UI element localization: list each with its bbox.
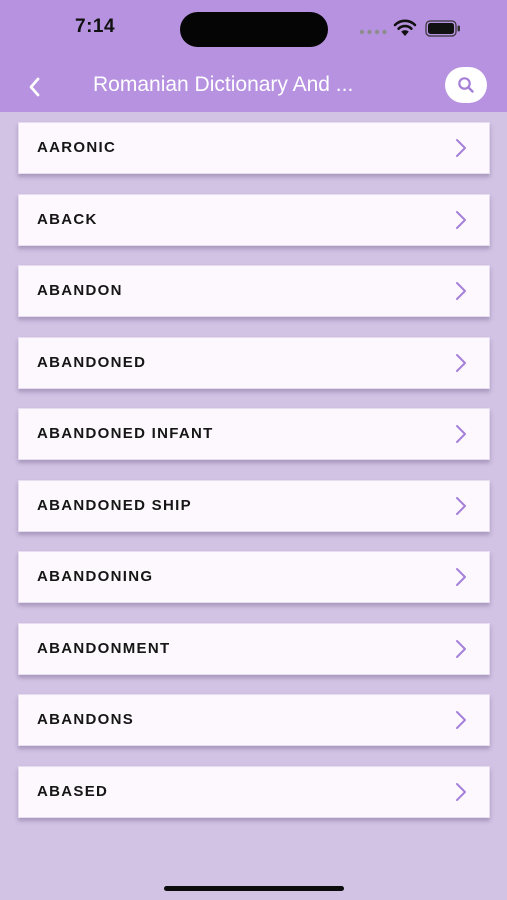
list-item[interactable]: ABANDONED SHIP xyxy=(18,479,490,532)
chevron-right-icon xyxy=(456,139,466,157)
chevron-right-icon xyxy=(456,568,466,586)
chevron-right-icon xyxy=(456,782,466,801)
status-time: 7:14 xyxy=(75,16,116,37)
list-item[interactable]: ABASED xyxy=(18,765,490,818)
word-list: AARONIC ABACK ABANDON ABANDONED ABANDONE… xyxy=(18,122,490,837)
word-label: AARONIC xyxy=(37,139,117,156)
word-label: ABANDONED xyxy=(37,353,147,371)
list-item[interactable]: ABANDONED xyxy=(18,336,490,389)
chevron-right-icon xyxy=(456,425,466,443)
cellular-signal-icon xyxy=(359,29,387,35)
list-item[interactable]: ABANDONS xyxy=(18,694,490,746)
chevron-right-icon xyxy=(456,711,466,729)
list-item[interactable]: ABANDONMENT xyxy=(18,622,490,675)
search-button[interactable] xyxy=(445,67,487,103)
status-bar: 7:14 xyxy=(0,0,507,62)
chevron-right-icon xyxy=(456,210,466,229)
chevron-left-icon xyxy=(29,77,40,97)
word-label: ABANDONING xyxy=(37,568,154,585)
word-label: ABANDONMENT xyxy=(37,639,171,657)
navigation-bar: Romanian Dictionary And ... xyxy=(0,62,507,112)
chevron-right-icon xyxy=(456,282,466,300)
list-item[interactable]: ABANDONING xyxy=(18,551,490,603)
dynamic-island xyxy=(180,12,328,47)
word-label: ABANDONS xyxy=(37,711,135,728)
word-label: ABACK xyxy=(37,210,98,228)
wifi-icon xyxy=(393,19,417,36)
list-item[interactable]: ABACK xyxy=(18,193,490,246)
list-item[interactable]: ABANDON xyxy=(18,265,490,317)
search-icon xyxy=(458,77,474,93)
back-button[interactable] xyxy=(20,72,50,102)
home-indicator[interactable] xyxy=(164,886,344,891)
battery-icon xyxy=(425,20,460,37)
chevron-right-icon xyxy=(456,496,466,515)
word-label: ABANDON xyxy=(37,282,123,299)
chevron-right-icon xyxy=(456,639,466,658)
list-item[interactable]: AARONIC xyxy=(18,122,490,174)
word-label: ABANDONED INFANT xyxy=(37,425,214,442)
page-title: Romanian Dictionary And ... xyxy=(93,73,354,96)
word-label: ABANDONED SHIP xyxy=(37,496,192,514)
chevron-right-icon xyxy=(456,353,466,372)
list-item[interactable]: ABANDONED INFANT xyxy=(18,408,490,460)
word-label: ABASED xyxy=(37,782,109,800)
